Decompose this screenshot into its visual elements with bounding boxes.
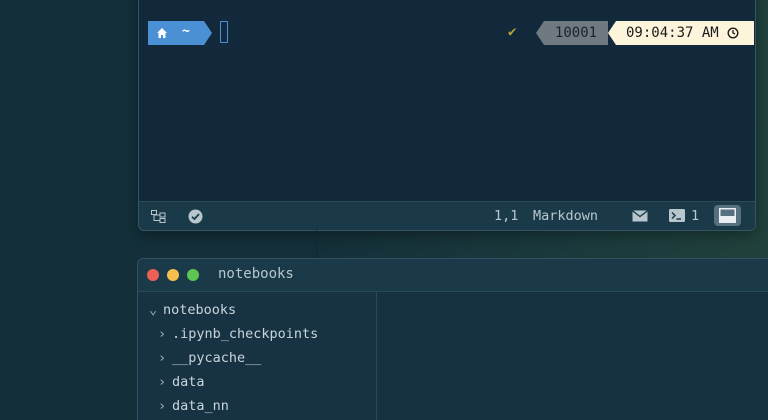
- status-bar: 1,1 Markdown 1: [139, 201, 755, 230]
- tree-item-label: data_nn: [172, 398, 229, 414]
- prompt-dir-segment: ~: [148, 21, 212, 45]
- terminal-window[interactable]: ~ ✔ 10001 09:04:37 AM 1,1 Markdown 1: [138, 0, 756, 231]
- desktop: ~ ✔ 10001 09:04:37 AM 1,1 Markdown 1 not…: [0, 0, 768, 420]
- file-tree: ⌄ notebooks › .ipynb_checkpoints › __pycach…: [138, 292, 377, 420]
- cursor-position[interactable]: 1,1: [494, 208, 518, 224]
- language-mode[interactable]: Markdown: [533, 208, 598, 224]
- tree-item-label: data: [172, 374, 205, 390]
- chevron-down-icon: ⌄: [149, 302, 158, 318]
- window-gap: [316, 229, 317, 259]
- shell-prompt: ~ ✔ 10001 09:04:37 AM: [148, 21, 754, 45]
- panel-bottom-icon: [719, 208, 736, 223]
- tree-icon[interactable]: [151, 210, 166, 223]
- mail-icon[interactable]: [632, 210, 648, 222]
- maximize-button[interactable]: [187, 269, 199, 281]
- window-title: notebooks: [218, 266, 294, 282]
- text-cursor: [220, 21, 228, 43]
- tree-item[interactable]: › __pycache__: [158, 350, 261, 366]
- tree-item[interactable]: › .ipynb_checkpoints: [158, 326, 318, 342]
- chevron-right-icon: ›: [158, 398, 167, 414]
- history-number-segment: 10001: [536, 21, 608, 45]
- tree-item-notebooks[interactable]: ⌄ notebooks: [149, 302, 236, 318]
- clock-icon: [727, 27, 739, 39]
- minimize-button[interactable]: [167, 269, 179, 281]
- status-check-icon: ✔: [508, 24, 517, 40]
- tree-item-label: .ipynb_checkpoints: [172, 326, 319, 342]
- tree-item[interactable]: › data: [158, 374, 205, 390]
- chevron-right-icon: ›: [158, 374, 167, 390]
- chevron-right-icon: ›: [158, 350, 167, 366]
- terminal-count: 1: [691, 208, 700, 224]
- check-circle-icon[interactable]: [188, 209, 203, 224]
- history-number: 10001: [554, 25, 598, 41]
- tree-item[interactable]: › data_nn: [158, 398, 229, 414]
- tree-item-label: __pycache__: [172, 350, 262, 366]
- title-bar[interactable]: notebooks: [138, 259, 768, 292]
- prompt-dir: ~: [182, 24, 190, 39]
- terminal-icon[interactable]: [669, 209, 685, 222]
- close-button[interactable]: [147, 269, 159, 281]
- notebooks-window[interactable]: notebooks ⌄ notebooks › .ipynb_checkpoints…: [137, 258, 768, 420]
- panel-toggle-button[interactable]: [714, 205, 741, 226]
- prompt-time: 09:04:37 AM: [626, 25, 719, 41]
- home-icon: [157, 28, 167, 38]
- tree-item-label: notebooks: [163, 302, 237, 318]
- time-segment: 09:04:37 AM: [608, 21, 754, 45]
- chevron-right-icon: ›: [158, 326, 167, 342]
